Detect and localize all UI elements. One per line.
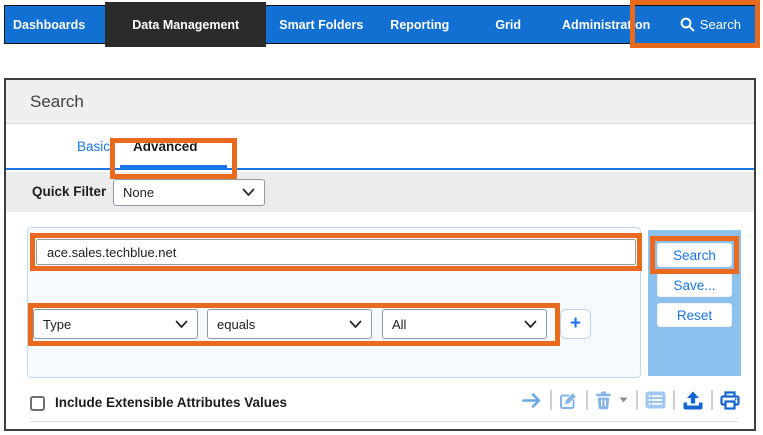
active-tab-underline — [120, 165, 227, 170]
edit-icon[interactable] — [559, 391, 579, 410]
condition-operator-select[interactable]: equals — [207, 309, 372, 339]
condition-value-select[interactable]: All — [382, 309, 547, 339]
panel-title: Search — [30, 80, 84, 124]
nav-item-administration[interactable]: Administration — [562, 18, 650, 32]
panel-header: Search — [6, 80, 754, 124]
toolbar-divider — [550, 390, 552, 410]
toolbar-divider — [586, 390, 588, 410]
table-view-icon[interactable] — [645, 391, 666, 409]
toolbar-divider — [636, 390, 638, 410]
nav-item-label: Data Management — [132, 18, 239, 32]
tab-advanced[interactable]: Advanced — [133, 139, 198, 154]
save-button[interactable]: Save... — [657, 273, 732, 297]
go-arrow-icon[interactable] — [521, 392, 543, 409]
condition-operator-value: equals — [217, 317, 255, 332]
chevron-down-icon — [524, 320, 537, 329]
condition-field-value: Type — [43, 317, 71, 332]
delete-icon[interactable] — [595, 391, 612, 410]
include-ea-checkbox[interactable] — [30, 396, 45, 411]
quick-filter-value: None — [123, 185, 154, 200]
print-icon[interactable] — [720, 391, 740, 410]
nav-item-grid[interactable]: Grid — [495, 18, 521, 32]
nav-item-reporting[interactable]: Reporting — [390, 18, 449, 32]
nav-search-button[interactable]: Search — [680, 17, 741, 32]
nav-item-smart-folders[interactable]: Smart Folders — [279, 18, 363, 32]
condition-value-value: All — [392, 317, 406, 332]
upload-icon[interactable] — [682, 391, 704, 410]
quick-filter-select[interactable]: None — [113, 179, 265, 206]
nav-item-dashboards[interactable]: Dashboards — [13, 18, 85, 32]
chevron-down-icon — [175, 320, 188, 329]
search-panel: Search Basic Advanced Quick Filter None … — [4, 78, 756, 431]
quick-filter-label: Quick Filter — [32, 172, 106, 212]
nav-search-label: Search — [700, 17, 741, 32]
search-icon — [680, 17, 695, 32]
footer-divider-line — [30, 421, 738, 422]
query-input[interactable] — [36, 239, 636, 265]
search-button[interactable]: Search — [657, 243, 732, 267]
reset-button[interactable]: Reset — [657, 303, 732, 327]
quick-filter-row: Quick Filter None — [6, 172, 754, 212]
actions-side-panel: Search Save... Reset — [648, 230, 741, 376]
toolbar-divider — [711, 390, 713, 410]
chevron-down-icon — [349, 320, 362, 329]
chevron-down-icon — [242, 188, 255, 197]
condition-field-select[interactable]: Type — [33, 309, 198, 339]
nav-item-data-management[interactable]: Data Management — [105, 2, 266, 47]
top-navbar: Dashboards Data Management Smart Folders… — [4, 5, 756, 44]
footer-icon-toolbar — [521, 390, 740, 410]
tabs-bar: Basic Advanced — [6, 124, 754, 170]
toolbar-divider — [673, 390, 675, 410]
include-ea-checkbox-label: Include Extensible Attributes Values — [55, 395, 287, 410]
add-condition-button[interactable]: + — [560, 309, 591, 339]
tab-basic[interactable]: Basic — [77, 139, 110, 154]
delete-menu-caret-icon[interactable] — [618, 396, 629, 404]
